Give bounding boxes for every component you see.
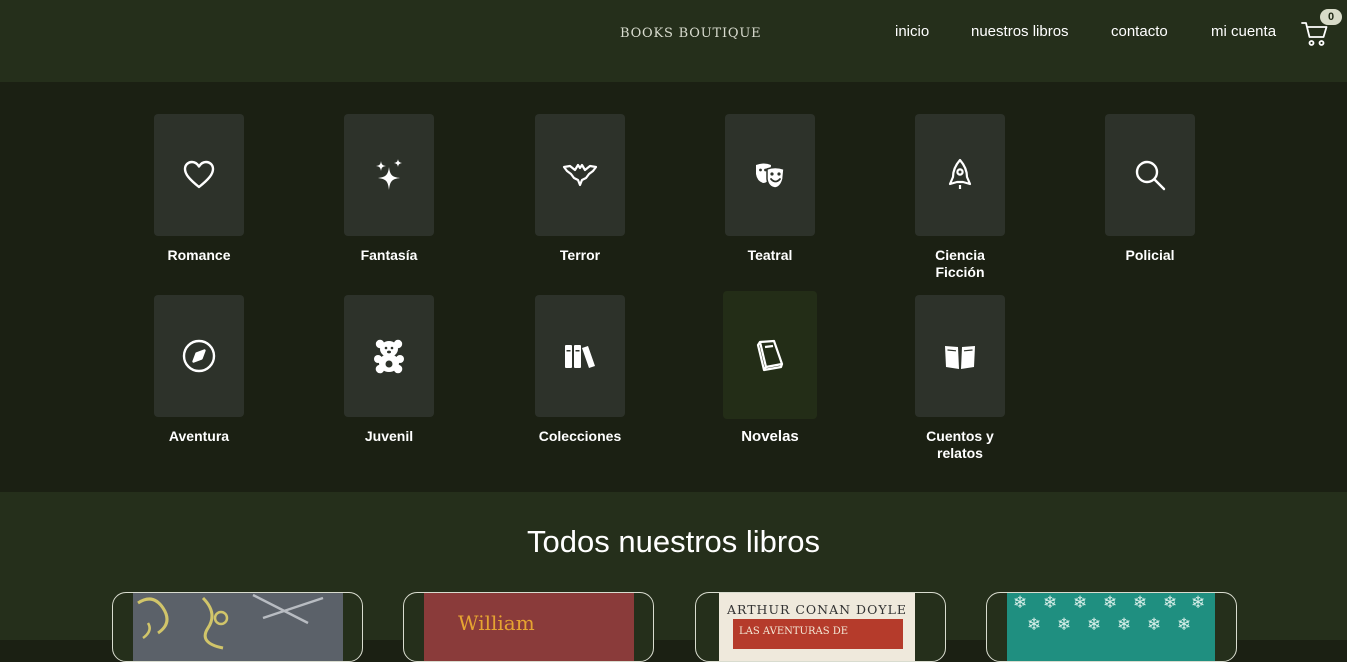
snowflake-icon: ❄ bbox=[1117, 615, 1132, 634]
category-label: Terror bbox=[559, 247, 601, 263]
cover-title: LAS AVENTURAS DE bbox=[739, 626, 849, 637]
snowflake-icon: ❄ bbox=[1133, 593, 1148, 612]
category-tile bbox=[915, 295, 1005, 417]
category-tile bbox=[723, 291, 817, 419]
book-card[interactable]: ARTHUR CONAN DOYLE LAS AVENTURAS DE bbox=[695, 592, 946, 662]
category-tile bbox=[154, 295, 244, 417]
category-label: Cuentos y relatos bbox=[926, 428, 994, 461]
open-book-icon bbox=[945, 346, 975, 369]
category-teatral[interactable]: Teatral bbox=[705, 114, 835, 264]
book-cover: ❄ ❄ ❄ ❄ ❄ ❄ ❄ ❄ ❄ ❄ ❄ ❄ ❄ bbox=[1007, 593, 1215, 661]
compass-icon bbox=[182, 339, 216, 373]
bat-icon bbox=[562, 163, 598, 187]
snowflake-icon: ❄ bbox=[1087, 615, 1102, 634]
book-card[interactable]: William bbox=[403, 592, 654, 662]
category-fantasia[interactable]: Fantasía bbox=[324, 114, 454, 264]
category-tile bbox=[915, 114, 1005, 236]
category-aventura[interactable]: Aventura bbox=[134, 295, 264, 445]
snowflake-icon: ❄ bbox=[1191, 593, 1206, 612]
category-label: Ciencia Ficción bbox=[935, 247, 985, 280]
rocket-icon bbox=[948, 158, 972, 189]
category-tile bbox=[535, 295, 625, 417]
category-label: Juvenil bbox=[364, 428, 414, 444]
category-colecciones[interactable]: Colecciones bbox=[515, 295, 645, 445]
nav-nuestros-libros[interactable]: nuestros libros bbox=[971, 23, 1069, 40]
category-tile bbox=[154, 114, 244, 236]
category-label: Teatral bbox=[747, 247, 793, 263]
book-collection-icon bbox=[565, 345, 595, 368]
snowflake-icon: ❄ bbox=[1177, 615, 1192, 634]
nav-mi-cuenta[interactable]: mi cuenta bbox=[1211, 23, 1276, 40]
category-label: Aventura bbox=[168, 428, 230, 444]
snowflake-icon: ❄ bbox=[1027, 615, 1042, 634]
category-ciencia-ficcion[interactable]: Ciencia Ficción bbox=[895, 114, 1025, 281]
category-label: Romance bbox=[167, 247, 231, 263]
category-label: Policial bbox=[1125, 247, 1175, 263]
book-cover bbox=[133, 593, 343, 661]
book-icon bbox=[756, 339, 784, 372]
nav-inicio[interactable]: inicio bbox=[895, 23, 929, 40]
site-header: BOOKS BOUTIQUE inicio nuestros libros co… bbox=[0, 0, 1347, 82]
snowflake-icon: ❄ bbox=[1043, 593, 1058, 612]
snowflake-icon: ❄ bbox=[1103, 593, 1118, 612]
all-books-section: Todos nuestros libros William ARTHUR CON… bbox=[0, 492, 1347, 662]
category-policial[interactable]: Policial bbox=[1085, 114, 1215, 264]
snowflake-icon: ❄ bbox=[1013, 593, 1028, 612]
ornament-pattern bbox=[137, 593, 324, 650]
book-card[interactable] bbox=[112, 592, 363, 662]
category-juvenil[interactable]: Juvenil bbox=[324, 295, 454, 445]
teddy-bear-icon bbox=[374, 339, 404, 374]
snowflake-icon: ❄ bbox=[1073, 593, 1088, 612]
category-label: Fantasía bbox=[360, 247, 418, 263]
category-tile bbox=[535, 114, 625, 236]
snowflake-icon: ❄ bbox=[1147, 615, 1162, 634]
category-romance[interactable]: Romance bbox=[134, 114, 264, 264]
snowflake-icon: ❄ bbox=[1057, 615, 1072, 634]
categories-section: Romance Fantasía Terror Teatral Ciencia … bbox=[0, 82, 1347, 492]
section-title: Todos nuestros libros bbox=[527, 524, 820, 559]
category-label: Colecciones bbox=[538, 428, 622, 444]
book-card[interactable]: ❄ ❄ ❄ ❄ ❄ ❄ ❄ ❄ ❄ ❄ ❄ ❄ ❄ bbox=[986, 592, 1237, 662]
category-novelas[interactable]: Novelas bbox=[705, 291, 835, 445]
category-terror[interactable]: Terror bbox=[515, 114, 645, 264]
cover-author: William bbox=[458, 611, 535, 635]
brand-logo[interactable]: BOOKS BOUTIQUE bbox=[620, 26, 761, 41]
heart-icon bbox=[183, 160, 215, 189]
theater-masks-icon bbox=[756, 163, 785, 189]
category-tile bbox=[725, 114, 815, 236]
magnifier-icon bbox=[1135, 160, 1166, 191]
category-tile bbox=[344, 295, 434, 417]
category-label: Novelas bbox=[741, 428, 799, 445]
book-cover: William bbox=[424, 593, 634, 661]
sparkles-icon bbox=[376, 159, 402, 190]
cover-author: ARTHUR CONAN DOYLE bbox=[726, 602, 907, 617]
cart-count-badge: 0 bbox=[1320, 9, 1342, 25]
book-cover: ARTHUR CONAN DOYLE LAS AVENTURAS DE bbox=[719, 593, 915, 661]
nav-contacto[interactable]: contacto bbox=[1111, 23, 1168, 40]
snowflake-icon: ❄ bbox=[1163, 593, 1178, 612]
category-tile bbox=[344, 114, 434, 236]
category-tile bbox=[1105, 114, 1195, 236]
category-cuentos-y-relatos[interactable]: Cuentos y relatos bbox=[895, 295, 1025, 462]
